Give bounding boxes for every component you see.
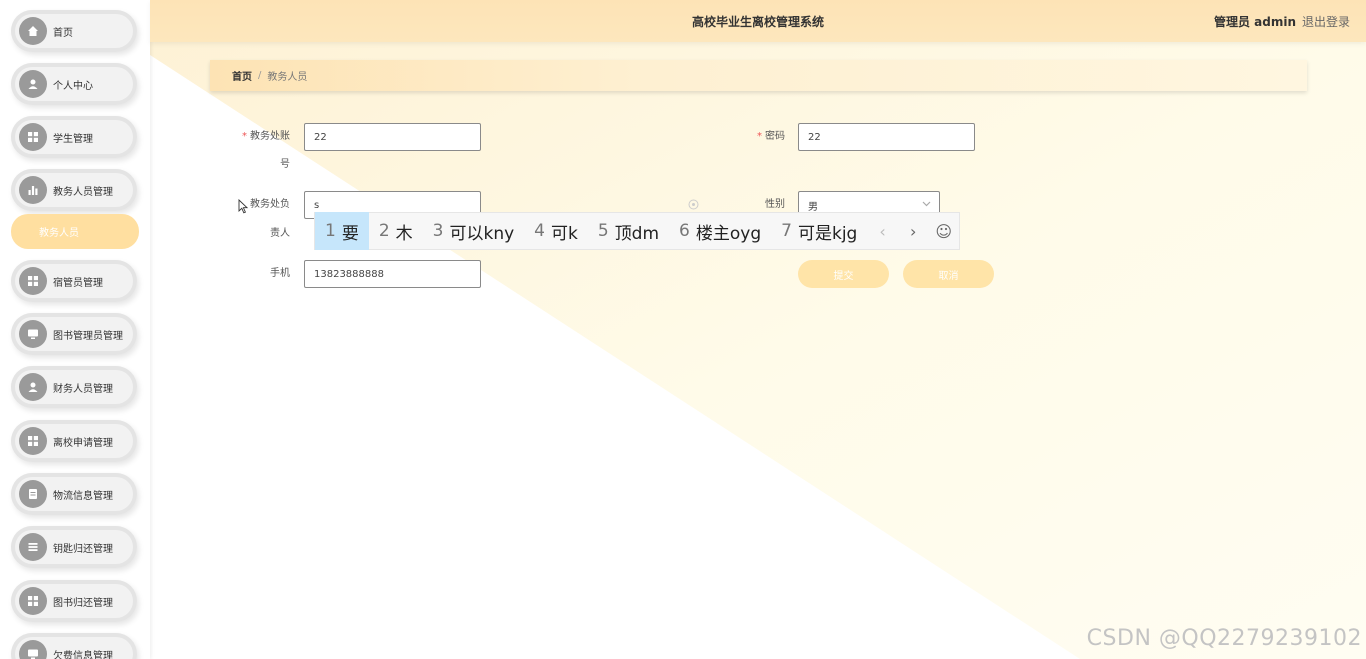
breadcrumb-separator: / <box>258 70 262 81</box>
grid-icon <box>19 587 47 615</box>
sidebar-item-label: 物流信息管理 <box>53 490 113 502</box>
candidate-number: 1 <box>325 221 336 241</box>
candidate-text: 可是kjg <box>797 223 858 244</box>
required-mark: * <box>242 131 247 142</box>
sidebar: 首页 个人中心 学生管理 教务人员管理 教务人员 宿管员管理 图书管理员管理 财… <box>0 0 150 659</box>
password-label: * 密码 <box>740 123 785 151</box>
sidebar-item-academic-staff[interactable]: 教务人员管理 <box>11 169 137 211</box>
sidebar-item-book-return[interactable]: 图书归还管理 <box>11 580 137 622</box>
grid-icon <box>19 123 47 151</box>
candidate-number: 3 <box>432 221 444 241</box>
sidebar-item-key-return[interactable]: 钥匙归还管理 <box>11 526 137 568</box>
candidate-number: 6 <box>679 221 690 241</box>
watermark: CSDN @QQ2279239102 <box>1086 626 1362 651</box>
sidebar-item-home[interactable]: 首页 <box>11 10 137 52</box>
candidate-text: 可k <box>551 223 578 244</box>
chevron-down-icon <box>922 199 931 211</box>
ime-candidate[interactable]: 6 楼主oyg <box>669 212 771 250</box>
emoji-icon[interactable]: ☺ <box>928 212 959 250</box>
document-icon <box>19 480 47 508</box>
current-user: 管理员 admin <box>1213 15 1296 29</box>
home-icon <box>19 17 47 45</box>
background-wedge <box>150 55 1080 659</box>
sidebar-item-students[interactable]: 学生管理 <box>11 116 137 158</box>
sidebar-item-librarians[interactable]: 图书管理员管理 <box>11 313 137 355</box>
ime-prev-page-icon[interactable]: ‹ <box>867 212 898 250</box>
candidate-number: 5 <box>597 221 609 241</box>
candidate-number: 7 <box>781 221 792 241</box>
ime-candidate[interactable]: 4 可k <box>524 212 588 250</box>
user-icon <box>19 373 47 401</box>
ime-candidate[interactable]: 7 可是kjg <box>771 212 867 250</box>
account-label: * 教务处账 <box>236 123 290 151</box>
breadcrumb: 首页 / 教务人员 <box>210 60 1307 91</box>
sidebar-item-label: 教务人员管理 <box>53 186 113 198</box>
ime-candidate[interactable]: 3 可以kny <box>423 212 525 250</box>
sidebar-item-arrears[interactable]: 欠费信息管理 <box>11 633 137 659</box>
ime-candidate[interactable]: 5 顶dm <box>588 212 669 250</box>
submit-button[interactable]: 提交 <box>798 260 889 288</box>
candidate-number: 2 <box>378 221 390 241</box>
ime-candidate[interactable]: 1要 <box>315 212 369 250</box>
sidebar-item-label: 宿管员管理 <box>53 277 103 289</box>
sidebar-item-profile[interactable]: 个人中心 <box>11 63 137 105</box>
grid-icon <box>19 267 47 295</box>
account-input[interactable]: 22 <box>304 123 481 151</box>
sidebar-item-label: 学生管理 <box>53 133 93 145</box>
breadcrumb-home[interactable]: 首页 <box>232 68 252 83</box>
required-mark: * <box>757 131 762 142</box>
sidebar-item-finance-staff[interactable]: 财务人员管理 <box>11 366 137 408</box>
monitor-icon <box>19 640 47 659</box>
sidebar-item-label: 首页 <box>53 27 73 39</box>
grid-icon <box>19 427 47 455</box>
list-icon <box>19 533 47 561</box>
phone-input[interactable]: 13823888888 <box>304 260 481 288</box>
sidebar-item-leave-applications[interactable]: 离校申请管理 <box>11 420 137 462</box>
sidebar-item-label: 钥匙归还管理 <box>53 543 113 555</box>
password-input[interactable]: 22 <box>798 123 975 151</box>
candidate-text: 要 <box>341 223 359 244</box>
candidate-number: 4 <box>534 221 545 241</box>
candidate-text: 楼主oyg <box>695 223 762 244</box>
radio-icon <box>688 199 699 213</box>
bar-chart-icon <box>19 176 47 204</box>
gender-value: 男 <box>808 201 818 213</box>
cancel-button[interactable]: 取消 <box>903 260 994 288</box>
ime-candidate-bar: 1要 2木 3 可以kny 4 可k 5 顶dm 6 楼主oyg 7 可是kjg ‹ › … <box>314 212 960 250</box>
sidebar-item-label: 离校申请管理 <box>53 437 113 449</box>
phone-label: 手机 <box>270 268 290 279</box>
name-label-wrap: 责人 <box>270 228 290 239</box>
ime-next-page-icon[interactable]: › <box>898 212 929 250</box>
candidate-text: 木 <box>395 223 413 244</box>
sidebar-item-dorm-staff[interactable]: 宿管员管理 <box>11 260 137 302</box>
sidebar-item-label: 财务人员管理 <box>53 383 113 395</box>
monitor-icon <box>19 320 47 348</box>
user-icon <box>19 70 47 98</box>
mouse-cursor-icon <box>238 198 249 217</box>
breadcrumb-current: 教务人员 <box>267 72 308 83</box>
password-label-text: 密码 <box>765 131 785 142</box>
system-title: 高校毕业生离校管理系统 <box>691 15 824 29</box>
top-header: 高校毕业生离校管理系统 管理员 admin 退出登录 <box>150 0 1366 42</box>
account-label-wrap: 号 <box>280 159 290 170</box>
candidate-text: 顶dm <box>614 223 660 244</box>
sidebar-item-label: 图书管理员管理 <box>53 330 123 342</box>
ime-candidate[interactable]: 2木 <box>369 212 423 250</box>
logout-link[interactable]: 退出登录 <box>1302 13 1350 30</box>
account-label-text: 教务处账 <box>250 131 290 142</box>
submenu-item-academic-staff[interactable]: 教务人员 <box>11 214 139 249</box>
sidebar-item-logistics[interactable]: 物流信息管理 <box>11 473 137 515</box>
sidebar-item-label: 个人中心 <box>53 80 93 92</box>
candidate-text: 可以kny <box>449 223 515 244</box>
sidebar-item-label: 图书归还管理 <box>53 597 113 609</box>
sidebar-item-label: 欠费信息管理 <box>53 650 113 659</box>
